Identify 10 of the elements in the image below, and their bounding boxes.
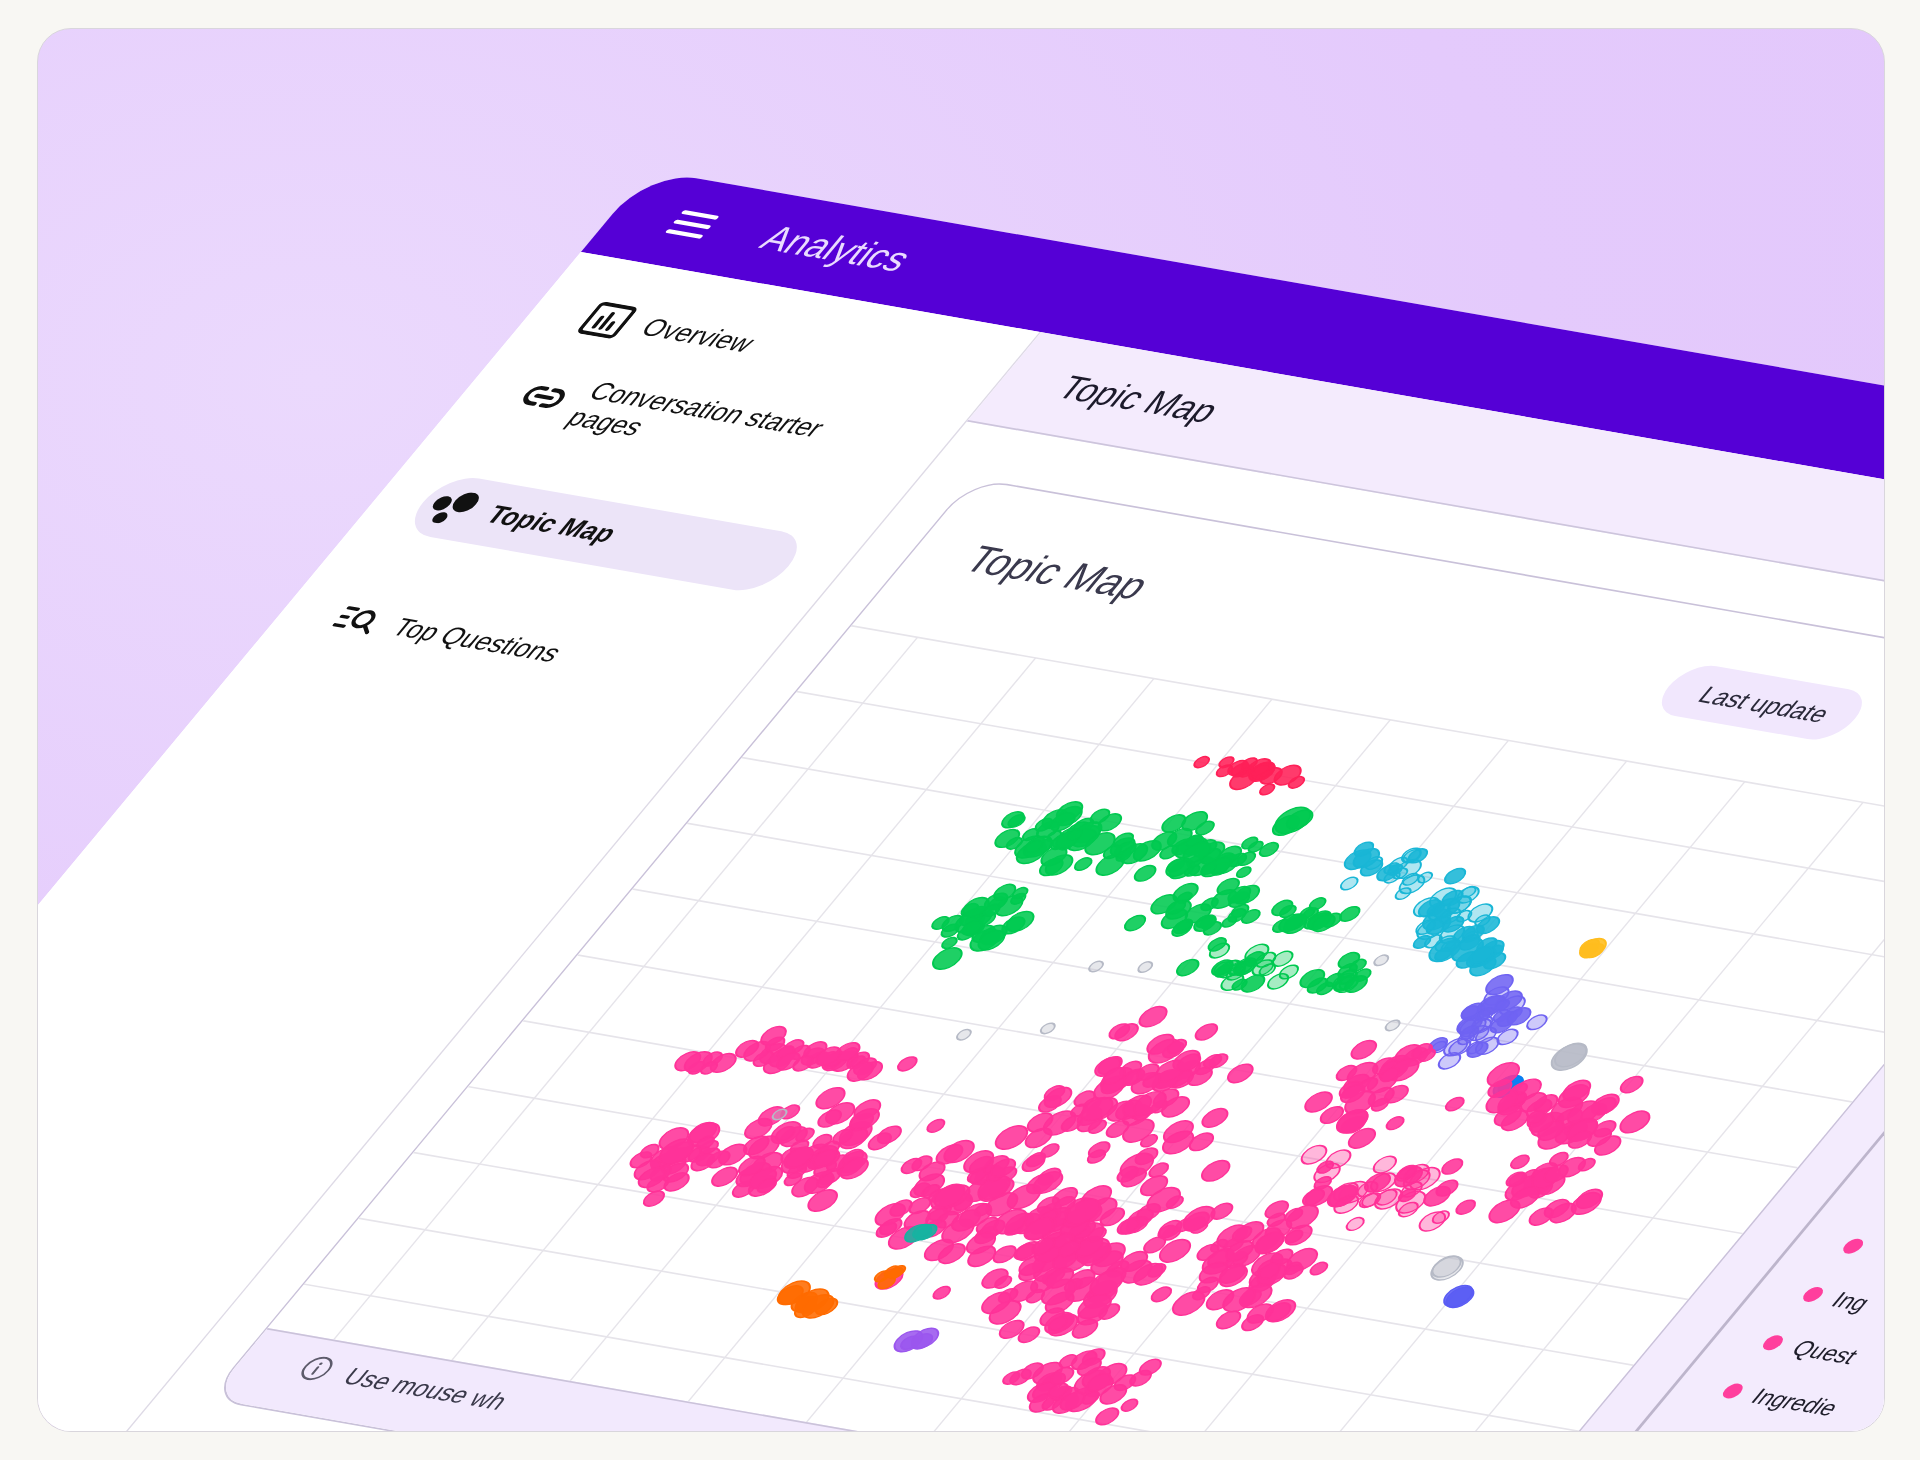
legend-label: Quest bbox=[1786, 1335, 1865, 1369]
sidebar-item[interactable]: Top Questions bbox=[325, 598, 591, 675]
sidebar-item[interactable]: Overview bbox=[573, 299, 777, 365]
legend-label: Ing bbox=[1826, 1286, 1877, 1316]
hint-text: Use mouse wh bbox=[337, 1362, 515, 1415]
app-title: Analytics bbox=[750, 218, 921, 281]
legend-label: Ingredie bbox=[1745, 1383, 1846, 1421]
card-title: Topic Map bbox=[954, 536, 1162, 609]
sidebar-item[interactable]: Conversation starter pages bbox=[502, 367, 833, 471]
page-title: Topic Map bbox=[1048, 368, 1229, 431]
